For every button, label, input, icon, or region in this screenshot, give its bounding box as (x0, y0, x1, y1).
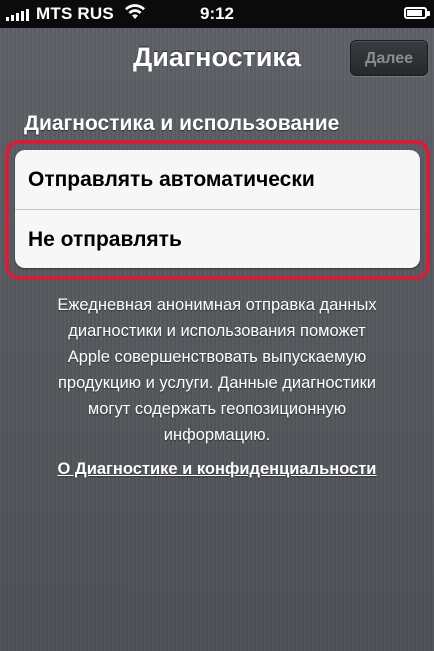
option-group: Отправлять автоматически Не отправлять (15, 150, 420, 268)
battery-icon (404, 7, 430, 19)
description-line: Ежедневная анонимная отправка данных (57, 296, 377, 314)
description-line: информацию. (163, 426, 271, 444)
nav-bar: Диагностика Далее (0, 28, 434, 86)
status-bar: MTS RUS 9:12 (0, 0, 434, 28)
option-do-not-send[interactable]: Не отправлять (15, 209, 420, 268)
screen: MTS RUS 9:12 Диагностика Далее Диагности… (0, 0, 434, 651)
next-button[interactable]: Далее (350, 40, 428, 76)
description-line: Apple совершенствовать выпускаемую (67, 348, 367, 366)
description-line: диагностики и использования поможет (68, 322, 366, 340)
description-line: продукцию и услуги. Данные диагностики (57, 374, 377, 392)
status-time: 9:12 (199, 4, 235, 23)
description-text: Ежедневная анонимная отправка данных диа… (20, 292, 414, 448)
section-header: Диагностика и использование (24, 112, 340, 135)
privacy-link[interactable]: О Диагностике и конфиденциальности (0, 460, 434, 479)
option-send-automatically[interactable]: Отправлять автоматически (15, 150, 420, 209)
description-line: могут содержать геопозиционную (87, 400, 347, 418)
